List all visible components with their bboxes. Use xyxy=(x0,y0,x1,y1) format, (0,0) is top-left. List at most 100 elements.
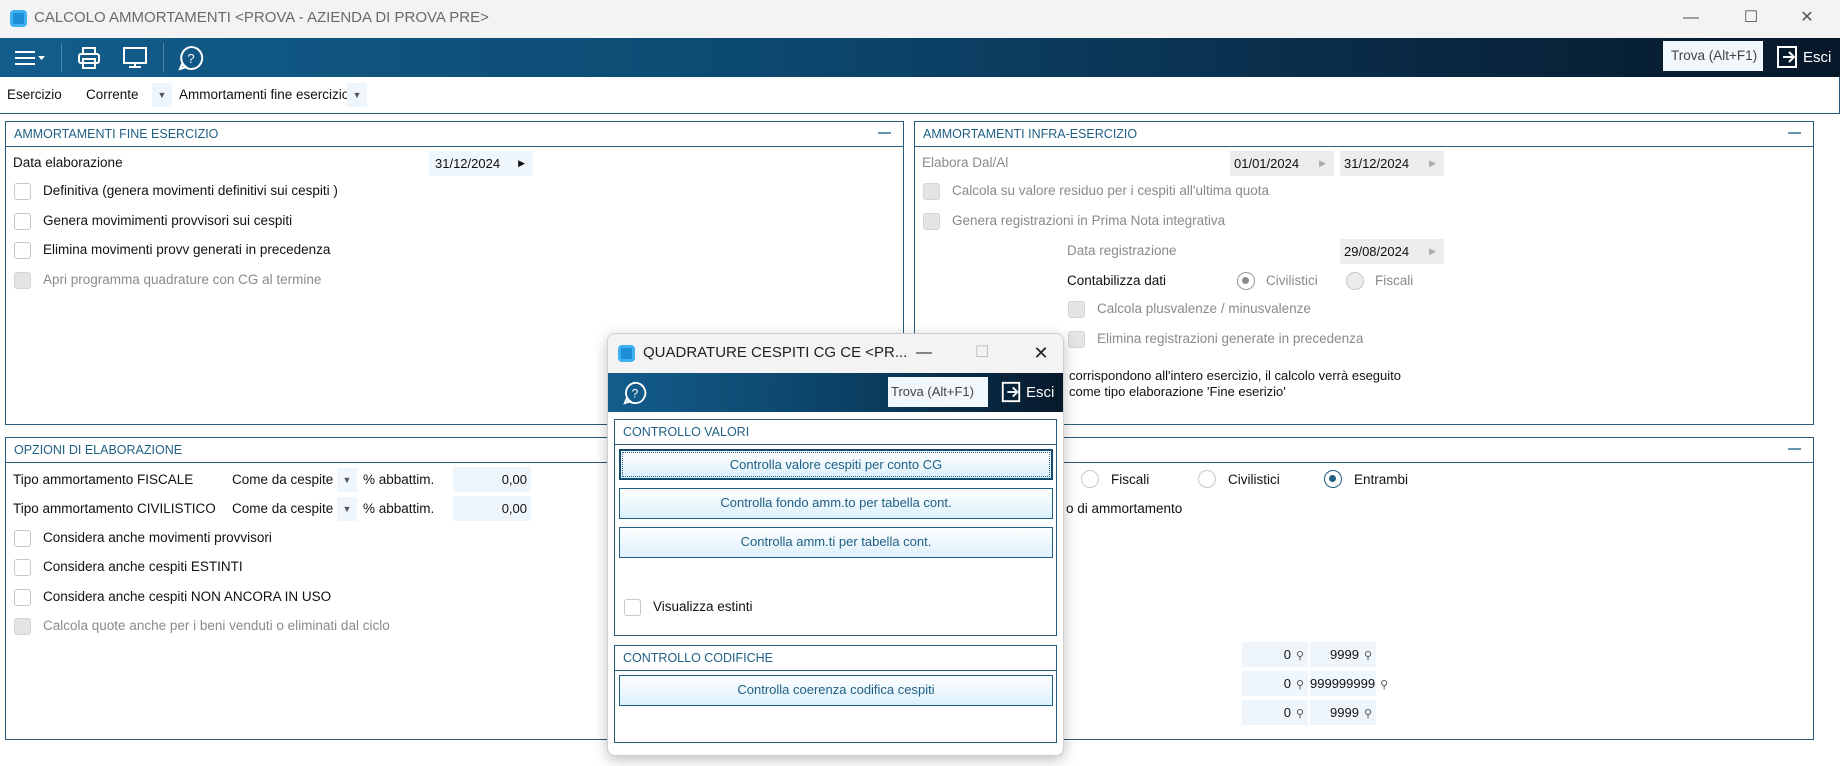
al-date-field[interactable]: 31/12/2024 ▶ xyxy=(1340,151,1444,176)
fiscali-radio-label: Fiscali xyxy=(1375,273,1414,288)
collapse-icon[interactable] xyxy=(878,132,891,134)
range-from-value: 0 xyxy=(1283,676,1291,691)
app-logo-icon xyxy=(10,10,27,27)
definitiva-checkbox[interactable] xyxy=(14,183,31,200)
search-icon[interactable]: ⚲ xyxy=(1296,650,1304,662)
tipo-dropdown-arrow[interactable]: ▼ xyxy=(347,83,367,107)
dialog-toolbar: ? Trova (Alt+F1) Esci xyxy=(608,373,1063,412)
entrambi-radio[interactable] xyxy=(1324,470,1342,488)
arrow-right-icon: ▶ xyxy=(1429,158,1436,168)
collapse-icon[interactable] xyxy=(1788,132,1801,134)
dialog-titlebar: QUADRATURE CESPITI CG CE <PR... — ☐ ✕ xyxy=(608,334,1063,373)
fiscali-radio[interactable] xyxy=(1081,470,1099,488)
filter-bar: Esercizio Corrente ▼ Ammortamenti fine e… xyxy=(0,77,1840,114)
elimina-provv-checkbox[interactable] xyxy=(14,242,31,259)
apri-quadrature-checkbox[interactable] xyxy=(14,272,31,289)
note-line-2: come tipo elaborazione 'Fine eserizio' xyxy=(1069,384,1286,399)
close-button[interactable]: ✕ xyxy=(1793,6,1821,30)
abbattim-label: % abbattim. xyxy=(363,472,435,487)
dialog-search-input[interactable]: Trova (Alt+F1) xyxy=(888,377,988,407)
dal-date-field[interactable]: 01/01/2024 ▶ xyxy=(1230,151,1334,176)
definitiva-label: Definitiva (genera movimenti definitivi … xyxy=(43,183,338,198)
app-logo-icon xyxy=(618,345,635,362)
exit-label: Esci xyxy=(1026,383,1055,401)
help-icon[interactable]: ? xyxy=(177,44,205,71)
data-elaborazione-value: 31/12/2024 xyxy=(435,156,501,171)
monitor-icon[interactable] xyxy=(121,44,149,71)
search-input[interactable]: Trova (Alt+F1) xyxy=(1663,41,1763,71)
exit-icon xyxy=(1777,46,1797,68)
abbattim-civilistico-field[interactable]: 0,00 xyxy=(453,496,531,521)
esercizio-dropdown-arrow[interactable]: ▼ xyxy=(152,83,172,107)
range-to-value: 999999999 xyxy=(1310,676,1376,691)
dialog-maximize-button[interactable]: ☐ xyxy=(968,341,996,365)
exit-icon xyxy=(1001,381,1021,403)
window-title: CALCOLO AMMORTAMENTI <PROVA - AZIENDA DI… xyxy=(34,9,489,26)
genera-registrazioni-checkbox[interactable] xyxy=(923,213,940,230)
controlla-ammti-button[interactable]: Controlla amm.ti per tabella cont. xyxy=(619,527,1053,558)
abbattim-fiscale-field[interactable]: 0,00 xyxy=(453,467,531,492)
data-elaborazione-field[interactable]: 31/12/2024 ▶ xyxy=(429,151,533,176)
genera-provvisori-checkbox[interactable] xyxy=(14,213,31,230)
search-icon[interactable]: ⚲ xyxy=(1380,679,1388,691)
range-to-field[interactable]: 999999999 ⚲ xyxy=(1310,671,1388,696)
non-in-uso-checkbox[interactable] xyxy=(14,589,31,606)
arrow-right-icon[interactable]: ▶ xyxy=(518,151,525,176)
fiscali-radio[interactable] xyxy=(1346,272,1364,290)
controlla-coerenza-button[interactable]: Controlla coerenza codifica cespiti xyxy=(619,675,1053,706)
civilistici-radio[interactable] xyxy=(1198,470,1216,488)
genera-registrazioni-label: Genera registrazioni in Prima Nota integ… xyxy=(952,213,1226,228)
controllo-valori-section: CONTROLLO VALORI Controlla valore cespit… xyxy=(614,419,1057,636)
movimenti-provvisori-checkbox[interactable] xyxy=(14,530,31,547)
main-toolbar: ? Trova (Alt+F1) Esci xyxy=(0,38,1840,77)
tipo-fiscale-arrow[interactable]: ▼ xyxy=(337,468,357,492)
plusvalenze-checkbox[interactable] xyxy=(1068,301,1085,318)
cespiti-estinti-checkbox[interactable] xyxy=(14,559,31,576)
tipo-civilistico-arrow[interactable]: ▼ xyxy=(337,497,357,521)
controlla-fondo-button[interactable]: Controlla fondo amm.to per tabella cont. xyxy=(619,488,1053,519)
search-icon[interactable]: ⚲ xyxy=(1296,708,1304,720)
maximize-button[interactable]: ☐ xyxy=(1737,6,1765,30)
svg-text:?: ? xyxy=(632,386,639,400)
tipo-select[interactable]: Ammortamenti fine esercizio xyxy=(179,86,349,104)
collapse-icon[interactable] xyxy=(1788,448,1801,450)
data-registrazione-field[interactable]: 29/08/2024 ▶ xyxy=(1340,239,1444,264)
menu-icon[interactable] xyxy=(12,44,48,71)
tipo-fiscale-select[interactable]: Come da cespite xyxy=(232,471,333,489)
non-in-uso-label: Considera anche cespiti NON ANCORA IN US… xyxy=(43,589,332,604)
search-icon[interactable]: ⚲ xyxy=(1364,708,1372,720)
search-icon[interactable]: ⚲ xyxy=(1364,650,1372,662)
search-icon[interactable]: ⚲ xyxy=(1296,679,1304,691)
esercizio-select[interactable]: Corrente xyxy=(86,86,139,104)
range-from-field[interactable]: 0 ⚲ xyxy=(1242,671,1308,696)
range-to-field[interactable]: 9999 ⚲ xyxy=(1310,642,1376,667)
range-from-field[interactable]: 0 ⚲ xyxy=(1242,700,1308,725)
beni-venduti-checkbox[interactable] xyxy=(14,618,31,635)
data-elaborazione-label: Data elaborazione xyxy=(13,155,123,170)
elabora-dal-al-label: Elabora Dal/Al xyxy=(922,155,1009,170)
toolbar-separator xyxy=(163,43,164,72)
range-from-field[interactable]: 0 ⚲ xyxy=(1242,642,1308,667)
visualizza-estinti-label: Visualizza estinti xyxy=(653,599,753,614)
svg-text:?: ? xyxy=(187,51,194,66)
minimize-button[interactable]: — xyxy=(1677,6,1705,30)
panel-title: AMMORTAMENTI FINE ESERCIZIO xyxy=(6,122,903,147)
al-value: 31/12/2024 xyxy=(1344,156,1410,171)
beni-venduti-label: Calcola quote anche per i beni venduti o… xyxy=(43,618,390,633)
visualizza-estinti-checkbox[interactable] xyxy=(624,599,641,616)
elimina-registrazioni-label: Elimina registrazioni generate in preced… xyxy=(1097,331,1364,346)
valore-residuo-checkbox[interactable] xyxy=(923,183,940,200)
dialog-exit-button[interactable]: Esci xyxy=(1000,377,1054,407)
plusvalenze-label: Calcola plusvalenze / minusvalenze xyxy=(1097,301,1311,316)
help-icon[interactable]: ? xyxy=(622,379,648,406)
controlla-valore-cespiti-button[interactable]: Controlla valore cespiti per conto CG xyxy=(619,449,1053,480)
tipo-fiscale-label: Tipo ammortamento FISCALE xyxy=(13,472,194,487)
dialog-minimize-button[interactable]: — xyxy=(910,341,938,365)
print-icon[interactable] xyxy=(76,44,102,71)
dialog-close-button[interactable]: ✕ xyxy=(1027,341,1055,365)
elimina-registrazioni-checkbox[interactable] xyxy=(1068,331,1085,348)
tipo-civilistico-select[interactable]: Come da cespite xyxy=(232,500,333,518)
range-to-field[interactable]: 9999 ⚲ xyxy=(1310,700,1376,725)
civilistici-radio[interactable] xyxy=(1237,272,1255,290)
exit-button[interactable]: Esci xyxy=(1775,42,1831,72)
